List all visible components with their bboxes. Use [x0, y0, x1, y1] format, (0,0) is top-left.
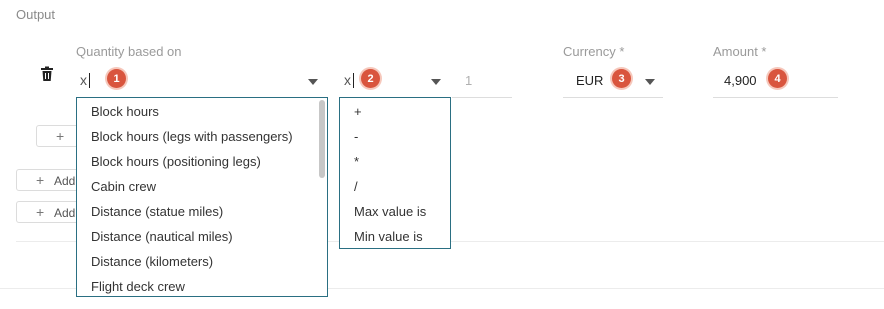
chevron-down-icon[interactable]	[431, 79, 441, 85]
callout-badge-2: 2	[361, 69, 380, 88]
factor-input-underline	[452, 97, 512, 98]
dropdown-option[interactable]: +	[354, 104, 362, 119]
dropdown-option[interactable]: Distance (nautical miles)	[91, 229, 233, 244]
text-cursor	[89, 73, 90, 88]
dropdown-option[interactable]: Block hours (positioning legs)	[91, 154, 261, 169]
quantity-dropdown-menu: Block hours Block hours (legs with passe…	[76, 97, 328, 297]
dropdown-option[interactable]: Block hours	[91, 104, 159, 119]
section-title: Output	[16, 7, 56, 22]
dropdown-option[interactable]: Flight deck crew	[91, 279, 185, 294]
dropdown-option[interactable]: Cabin crew	[91, 179, 156, 194]
plus-icon: +	[36, 172, 45, 188]
plus-icon: +	[36, 204, 45, 220]
dropdown-option[interactable]: -	[354, 129, 358, 144]
dropdown-option[interactable]: Distance (kilometers)	[91, 254, 213, 269]
dropdown-option[interactable]: /	[354, 179, 358, 194]
factor-input[interactable]: 1	[465, 73, 472, 88]
callout-badge-3: 3	[612, 69, 631, 88]
quantity-column-label: Quantity based on	[76, 44, 182, 59]
callout-badge-4: 4	[768, 69, 787, 88]
quantity-select-value: x	[80, 72, 87, 88]
dropdown-option[interactable]: *	[354, 154, 359, 169]
dropdown-option[interactable]: Max value is	[354, 204, 426, 219]
callout-badge-1: 1	[107, 69, 126, 88]
text-cursor	[353, 73, 354, 88]
operator-select-value: x	[344, 72, 351, 88]
amount-input[interactable]: 4,900	[724, 73, 757, 88]
dropdown-scrollbar[interactable]	[319, 100, 325, 178]
trash-icon[interactable]	[40, 66, 54, 82]
add-button-label: Add	[54, 174, 76, 188]
currency-select-underline	[563, 97, 663, 98]
chevron-down-icon[interactable]	[308, 79, 318, 85]
amount-input-underline	[713, 97, 838, 98]
operator-dropdown-menu: + - * / Max value is Min value is	[339, 97, 451, 249]
dropdown-option[interactable]: Min value is	[354, 229, 423, 244]
dropdown-option[interactable]: Block hours (legs with passengers)	[91, 129, 293, 144]
currency-column-label: Currency *	[563, 44, 625, 59]
plus-icon: +	[56, 128, 65, 144]
dropdown-option[interactable]: Distance (statue miles)	[91, 204, 223, 219]
chevron-down-icon[interactable]	[645, 79, 655, 85]
amount-column-label: Amount *	[713, 44, 767, 59]
add-button-label: Add	[54, 206, 76, 220]
currency-select-value: EUR	[576, 73, 604, 88]
